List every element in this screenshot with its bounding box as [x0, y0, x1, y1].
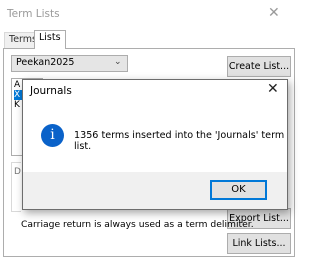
chevron-down-icon: ⌄ — [114, 57, 122, 67]
group-label: D — [14, 167, 21, 177]
dialog-title: Journals — [30, 85, 72, 97]
term-list-select[interactable]: Peekan2025 — [11, 55, 128, 72]
info-icon: i — [41, 124, 64, 147]
window-title: Term Lists — [7, 8, 60, 20]
create-list-button[interactable]: Create List... — [227, 56, 291, 77]
list-item[interactable]: K — [14, 100, 20, 110]
dialog-close-icon[interactable]: ✕ — [267, 81, 279, 97]
link-lists-button[interactable]: Link Lists... — [227, 233, 291, 254]
delimiter-note: Carriage return is always used as a term… — [21, 219, 254, 230]
list-item[interactable]: A — [14, 80, 20, 90]
list-item-selected[interactable]: X — [14, 90, 22, 100]
tab-lists[interactable]: Lists — [34, 30, 66, 49]
ok-button[interactable]: OK — [210, 180, 267, 200]
window-close-icon[interactable]: ✕ — [268, 5, 280, 21]
dialog-message: 1356 terms inserted into the 'Journals' … — [74, 130, 285, 152]
